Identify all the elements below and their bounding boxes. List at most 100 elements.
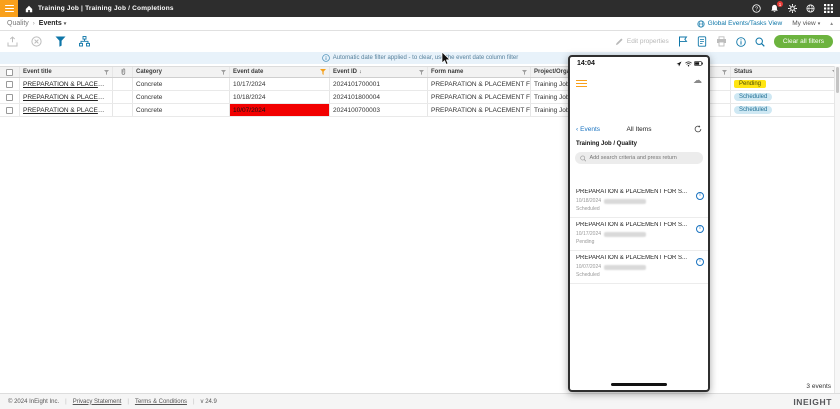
list-item[interactable]: PREPARATION & PLACEMENT FOR S... 10/07/2… — [570, 251, 708, 284]
row-checkbox[interactable] — [0, 104, 20, 116]
header-attachments[interactable] — [113, 67, 133, 77]
hierarchy-icon[interactable] — [79, 36, 90, 47]
privacy-link[interactable]: Privacy Statement — [73, 399, 122, 405]
row-checkbox[interactable] — [0, 91, 20, 103]
app-root: Training Job | Training Job / Completion… — [0, 0, 840, 409]
item-status: Scheduled — [576, 272, 692, 278]
phone-nav-bar: ‹ Events All Items — [576, 125, 702, 133]
settings-gear-icon[interactable] — [788, 4, 797, 13]
info-icon[interactable] — [736, 37, 746, 47]
filter-funnel-icon[interactable] — [221, 70, 226, 75]
info-icon — [322, 54, 330, 62]
main-menu-button[interactable] — [0, 0, 18, 17]
event-title-link[interactable]: PREPARATION & PLACEMENT FOR S... — [23, 94, 109, 101]
phone-clock: 14:04 — [577, 60, 595, 67]
terms-link[interactable]: Terms & Conditions — [135, 399, 187, 405]
breadcrumb-current-dropdown[interactable]: Events ▾ — [39, 20, 66, 27]
cloud-sync-icon[interactable]: ☁ — [693, 76, 702, 85]
flag-icon[interactable] — [678, 36, 688, 47]
toolbar-right-icons: Edit properties Clear all filters — [615, 35, 833, 48]
chevron-down-icon: ▾ — [64, 21, 67, 27]
phone-search-input[interactable] — [589, 155, 698, 161]
form-document-icon[interactable] — [697, 36, 707, 47]
active-filter-funnel-icon[interactable] — [320, 69, 326, 75]
header-event-title[interactable]: Event title — [20, 67, 113, 77]
vertical-scrollbar[interactable] — [834, 66, 840, 393]
event-id-cell: 2024101800004 — [330, 91, 428, 103]
separator: | — [193, 399, 195, 405]
filter-funnel-icon[interactable] — [104, 70, 109, 75]
phone-item-list: PREPARATION & PLACEMENT FOR S... 10/18/2… — [570, 185, 708, 284]
export-icon[interactable] — [7, 36, 18, 47]
info-icon[interactable]: i — [696, 225, 704, 233]
filter-funnel-icon[interactable] — [522, 70, 527, 75]
filter-funnel-icon[interactable] — [419, 70, 424, 75]
sort-icon: ↓ — [359, 69, 362, 75]
banner-message: Automatic date filter applied - to clear… — [333, 55, 518, 61]
info-icon[interactable]: i — [696, 258, 704, 266]
table-row: PREPARATION & PLACEMENT FOR S... Concret… — [0, 91, 840, 104]
apps-grid-icon[interactable] — [824, 4, 833, 13]
breadcrumb-section[interactable]: Quality — [7, 20, 29, 27]
phone-menu-icon[interactable] — [576, 78, 587, 89]
redacted-text — [604, 232, 646, 237]
event-date-alert-cell: 10/07/2024 — [230, 104, 330, 116]
attachments-cell — [113, 78, 133, 90]
event-title-link[interactable]: PREPARATION & PLACEMENT FOR S... — [23, 107, 109, 114]
row-checkbox[interactable] — [0, 78, 20, 90]
item-date-line: 10/07/2024 — [576, 264, 692, 270]
filter-icon[interactable] — [55, 36, 66, 47]
list-item[interactable]: PREPARATION & PLACEMENT FOR S... 10/17/2… — [570, 218, 708, 251]
item-title: PREPARATION & PLACEMENT FOR S... — [576, 255, 692, 261]
filter-funnel-icon[interactable] — [722, 70, 727, 75]
phone-status-bar: 14:04 — [577, 60, 703, 67]
phone-context-title: Training Job / Quality — [576, 141, 637, 147]
scrollbar-thumb[interactable] — [836, 67, 839, 93]
breadcrumb-separator: › — [33, 21, 35, 27]
topbar-actions: ? 1 — [752, 4, 840, 13]
event-id-cell: 2024101700001 — [330, 78, 428, 90]
search-icon — [580, 155, 586, 162]
separator: | — [65, 399, 67, 405]
item-status: Pending — [576, 239, 692, 245]
info-icon[interactable]: i — [696, 192, 704, 200]
home-icon[interactable] — [25, 5, 33, 13]
view-controls: Global Events/Tasks View My view ▾ ▴ — [697, 20, 833, 28]
location-arrow-icon — [676, 61, 682, 67]
search-icon[interactable] — [755, 37, 765, 47]
phone-search-bar[interactable] — [575, 152, 703, 164]
category-cell: Concrete — [133, 91, 230, 103]
header-category[interactable]: Category — [133, 67, 230, 77]
refresh-icon[interactable] — [660, 125, 702, 133]
globe-icon[interactable] — [806, 4, 815, 13]
list-item[interactable]: PREPARATION & PLACEMENT FOR S... 10/18/2… — [570, 185, 708, 218]
event-date-cell: 10/17/2024 — [230, 78, 330, 90]
event-date-cell: 10/18/2024 — [230, 91, 330, 103]
cancel-circle-icon[interactable] — [31, 36, 42, 47]
globe-icon — [697, 20, 705, 28]
item-title: PREPARATION & PLACEMENT FOR S... — [576, 189, 692, 195]
redacted-text — [604, 265, 646, 270]
notification-badge: 1 — [777, 1, 783, 7]
notifications-bell-icon[interactable]: 1 — [770, 4, 779, 13]
phone-back-button[interactable]: ‹ Events — [576, 126, 618, 133]
select-all-checkbox[interactable] — [0, 67, 20, 77]
help-icon[interactable]: ? — [752, 4, 761, 13]
item-title: PREPARATION & PLACEMENT FOR S... — [576, 222, 692, 228]
clear-all-filters-button[interactable]: Clear all filters — [774, 35, 833, 48]
redacted-text — [604, 199, 646, 204]
header-event-date[interactable]: Event date — [230, 67, 330, 77]
header-form-name[interactable]: Form name — [428, 67, 531, 77]
header-status[interactable]: Status — [731, 67, 840, 77]
print-icon[interactable] — [716, 36, 727, 47]
status-badge: Pending — [734, 80, 766, 88]
top-bar: Training Job | Training Job / Completion… — [0, 0, 840, 17]
events-grid: Event title Category Event date Event ID… — [0, 66, 840, 117]
my-view-dropdown[interactable]: My view ▾ — [792, 20, 820, 27]
edit-properties-button[interactable]: Edit properties — [615, 37, 669, 46]
phone-status-icons — [676, 61, 703, 67]
global-events-view-link[interactable]: Global Events/Tasks View — [697, 20, 783, 28]
collapse-panel-icon[interactable]: ▴ — [830, 21, 833, 27]
header-event-id[interactable]: Event ID ↓ — [330, 67, 428, 77]
event-title-link[interactable]: PREPARATION & PLACEMENT FOR S... — [23, 81, 109, 88]
